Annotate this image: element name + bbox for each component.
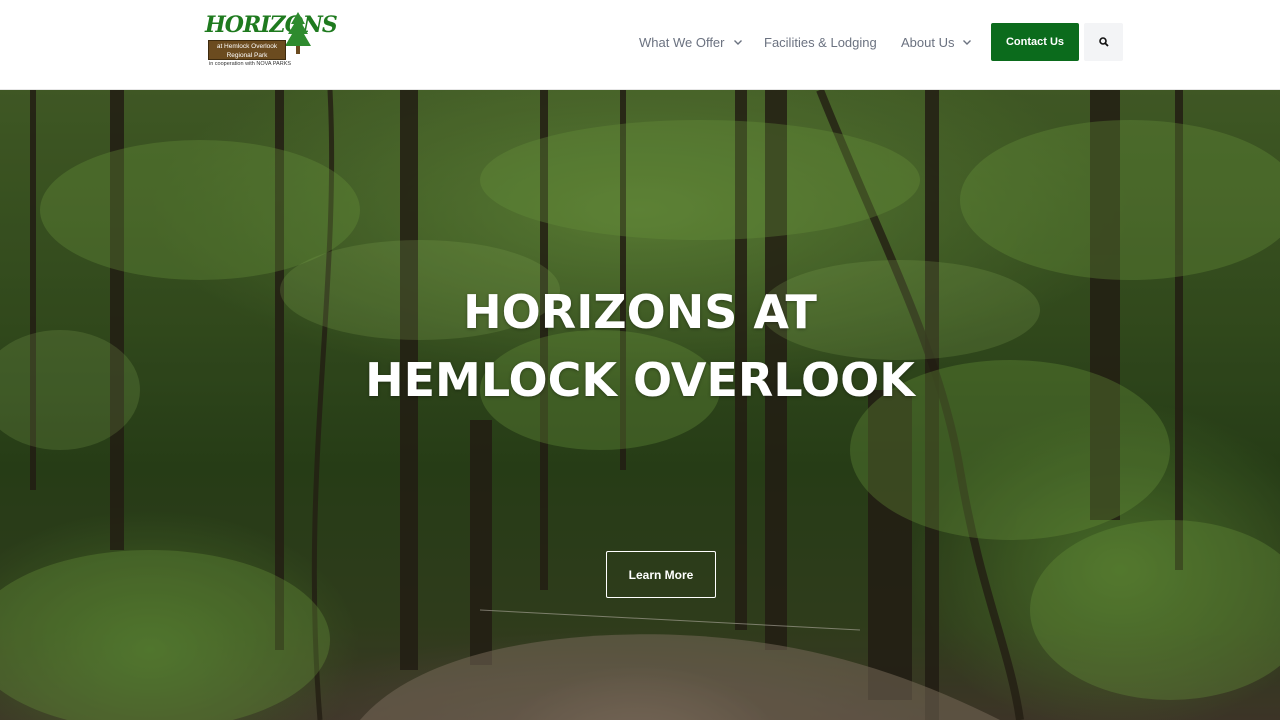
hero-banner: HORIZONS AT HEMLOCK OVERLOOK Learn More <box>0 90 1280 720</box>
nav-item-label: What We Offer <box>639 34 725 50</box>
chevron-down-icon <box>963 40 972 45</box>
logo-wordmark: HORIZONS <box>205 12 338 38</box>
search-icon <box>1098 37 1109 47</box>
site-logo[interactable]: HORIZONS at Hemlock Overlook Regional Pa… <box>203 12 338 72</box>
site-header: HORIZONS at Hemlock Overlook Regional Pa… <box>0 0 1280 90</box>
chevron-down-icon <box>733 40 742 45</box>
learn-more-button[interactable]: Learn More <box>606 551 716 598</box>
logo-subtext: in cooperation with NOVA PARKS <box>209 61 292 67</box>
nav-item-label: About Us <box>901 34 955 50</box>
nav-item-label: Facilities & Lodging <box>764 34 877 50</box>
nav-item-about-us[interactable]: About Us <box>901 23 972 61</box>
hero-title: HORIZONS AT HEMLOCK OVERLOOK <box>365 285 915 407</box>
contact-us-button[interactable]: Contact Us <box>991 23 1079 61</box>
nav-item-facilities-lodging[interactable]: Facilities & Lodging <box>764 23 877 61</box>
nav-item-what-we-offer[interactable]: What We Offer <box>639 23 743 61</box>
pine-tree-icon <box>285 12 311 54</box>
search-button[interactable] <box>1084 23 1123 61</box>
logo-sign: at Hemlock Overlook Regional Park <box>208 40 286 60</box>
